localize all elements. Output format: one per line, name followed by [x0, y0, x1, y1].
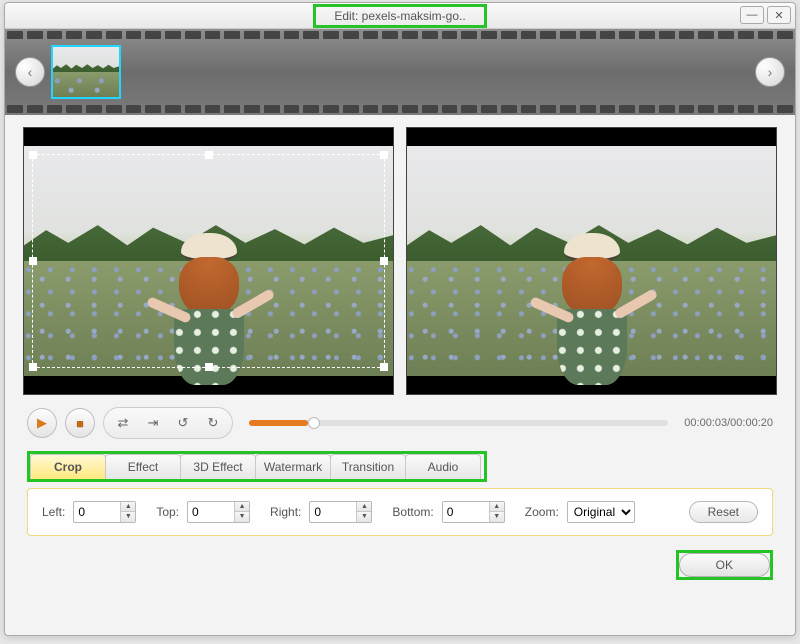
down-icon[interactable]: ▼	[490, 512, 504, 522]
transport-group: ⇄ ⇥ ↺ ↻	[103, 407, 233, 439]
dialog-footer: OK	[5, 536, 795, 594]
up-icon[interactable]: ▲	[490, 502, 504, 512]
zoom-label: Zoom:	[525, 505, 559, 519]
reset-button[interactable]: Reset	[689, 501, 758, 523]
title-bar: Edit: pexels-maksim-go.. — ✕	[5, 3, 795, 29]
seek-bar[interactable]	[249, 420, 668, 426]
play-icon: ▶	[37, 415, 47, 431]
stop-button[interactable]: ■	[65, 408, 95, 438]
bottom-input[interactable]	[443, 505, 489, 519]
tab-audio[interactable]: Audio	[405, 454, 481, 479]
shuffle-button[interactable]: ⇄	[110, 410, 136, 436]
title-highlight: Edit: pexels-maksim-go..	[313, 4, 486, 28]
play-button[interactable]: ▶	[27, 408, 57, 438]
redo-icon: ↻	[208, 415, 219, 431]
down-icon[interactable]: ▼	[121, 512, 135, 522]
undo-icon: ↺	[178, 415, 189, 431]
zoom-select[interactable]: Original	[567, 501, 635, 523]
output-preview	[406, 127, 777, 395]
tab-watermark[interactable]: Watermark	[255, 454, 331, 479]
time-display: 00:00:03/00:00:20	[684, 417, 773, 429]
tab-crop[interactable]: Crop	[30, 454, 106, 479]
bottom-spinner[interactable]: ▲▼	[442, 501, 505, 523]
down-icon[interactable]: ▼	[357, 512, 371, 522]
top-label: Top:	[156, 505, 179, 519]
bottom-label: Bottom:	[392, 505, 433, 519]
source-preview[interactable]	[23, 127, 394, 395]
clip-strip: ‹ ›	[5, 29, 795, 115]
up-icon[interactable]: ▲	[235, 502, 249, 512]
close-icon: ✕	[774, 9, 783, 22]
clip-thumbnail[interactable]	[51, 45, 121, 99]
next-clip-button[interactable]: ›	[755, 57, 785, 87]
tab-effect[interactable]: Effect	[105, 454, 181, 479]
top-input[interactable]	[188, 505, 234, 519]
redo-button[interactable]: ↻	[200, 410, 226, 436]
top-spinner[interactable]: ▲▼	[187, 501, 250, 523]
prev-clip-button[interactable]: ‹	[15, 57, 45, 87]
seek-knob[interactable]	[308, 417, 320, 429]
close-button[interactable]: ✕	[767, 6, 791, 24]
right-input[interactable]	[310, 505, 356, 519]
up-icon[interactable]: ▲	[357, 502, 371, 512]
tab-3d-effect[interactable]: 3D Effect	[180, 454, 256, 479]
ok-highlight: OK	[676, 550, 773, 580]
step-icon: ⇥	[148, 415, 159, 431]
left-label: Left:	[42, 505, 65, 519]
left-spinner[interactable]: ▲▼	[73, 501, 136, 523]
player-controls: ▶ ■ ⇄ ⇥ ↺ ↻ 00:00:03/00:00:20	[5, 397, 795, 445]
minimize-icon: —	[747, 9, 758, 21]
ok-button[interactable]: OK	[679, 553, 770, 577]
chevron-left-icon: ‹	[28, 64, 33, 80]
right-spinner[interactable]: ▲▼	[309, 501, 372, 523]
right-label: Right:	[270, 505, 301, 519]
edit-tabs: Crop Effect 3D Effect Watermark Transiti…	[27, 451, 487, 482]
left-input[interactable]	[74, 505, 120, 519]
undo-button[interactable]: ↺	[170, 410, 196, 436]
edit-window: Edit: pexels-maksim-go.. — ✕ ‹ ›	[4, 2, 796, 636]
up-icon[interactable]: ▲	[121, 502, 135, 512]
stop-icon: ■	[76, 416, 84, 431]
chevron-right-icon: ›	[768, 64, 773, 80]
tab-transition[interactable]: Transition	[330, 454, 406, 479]
seek-fill	[249, 420, 308, 426]
step-button[interactable]: ⇥	[140, 410, 166, 436]
window-title: Edit: pexels-maksim-go..	[334, 9, 465, 23]
down-icon[interactable]: ▼	[235, 512, 249, 522]
minimize-button[interactable]: —	[740, 6, 764, 24]
crop-panel: Left: ▲▼ Top: ▲▼ Right: ▲▼ Bottom: ▲▼ Zo…	[27, 488, 773, 536]
shuffle-icon: ⇄	[118, 415, 129, 431]
